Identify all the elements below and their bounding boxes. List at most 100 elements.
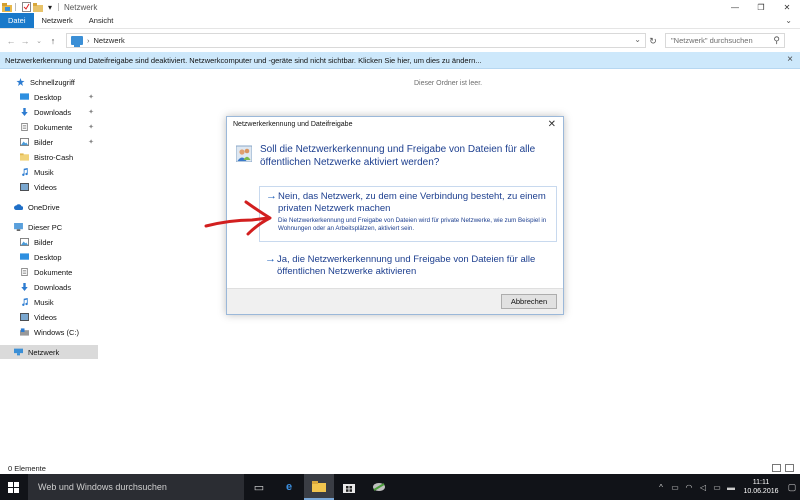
sidebar-item-label: Bilder: [34, 137, 54, 147]
users-icon: [236, 145, 252, 162]
address-dropdown-icon[interactable]: ⌄: [634, 35, 641, 44]
pin-icon[interactable]: ✦: [88, 138, 94, 146]
show-hidden-icons-icon[interactable]: ^: [654, 474, 668, 500]
breadcrumb-chevron-icon[interactable]: ›: [87, 36, 90, 45]
sidebar-item-quick-access[interactable]: Schnellzugriff: [0, 75, 98, 89]
drive-icon: [20, 328, 29, 336]
large-icons-view-icon[interactable]: [785, 464, 794, 472]
view-toggle: [772, 464, 794, 472]
address-bar[interactable]: › Netzwerk ⌄: [66, 33, 646, 48]
message-icon[interactable]: ▭: [710, 474, 724, 500]
pin-icon[interactable]: ✦: [88, 93, 94, 101]
refresh-icon[interactable]: ↻: [647, 35, 659, 47]
forward-icon[interactable]: →: [18, 34, 32, 48]
keyboard-icon[interactable]: ▬: [724, 474, 738, 500]
sidebar-item-documents[interactable]: Dokumente ✦: [0, 120, 98, 134]
breadcrumb[interactable]: Netzwerk: [94, 36, 125, 45]
sidebar-item-pc-pictures[interactable]: Bilder: [0, 235, 98, 249]
search-input[interactable]: "Netzwerk" durchsuchen ⚲: [665, 33, 785, 48]
sidebar-item-this-pc[interactable]: Dieser PC: [0, 220, 98, 234]
explorer-icon[interactable]: [2, 2, 12, 12]
properties-icon[interactable]: [21, 2, 31, 12]
sidebar-item-drive-c[interactable]: Windows (C:): [0, 325, 98, 339]
network-icon: [71, 36, 83, 47]
sidebar-item-downloads[interactable]: Downloads ✦: [0, 105, 98, 119]
sidebar-item-label: Downloads: [34, 282, 72, 292]
sidebar-item-label: OneDrive: [28, 202, 60, 212]
sidebar-item-desktop[interactable]: Desktop ✦: [0, 90, 98, 104]
sidebar-item-pictures[interactable]: Bilder ✦: [0, 135, 98, 149]
status-bar: 0 Elemente: [0, 462, 800, 474]
annotation-arrow-icon: [204, 200, 272, 236]
option-title[interactable]: Ja, die Netzwerkerkennung und Freigabe v…: [277, 254, 553, 278]
windows-logo-icon: [7, 481, 19, 493]
back-icon[interactable]: ←: [4, 34, 18, 48]
store-icon[interactable]: [334, 474, 364, 500]
expand-ribbon-icon[interactable]: ⌄: [785, 16, 792, 25]
pictures-icon: [20, 238, 29, 246]
clock[interactable]: 11:11 10.06.2016: [738, 478, 784, 496]
document-icon: [21, 123, 28, 131]
sidebar-item-pc-documents[interactable]: Dokumente: [0, 265, 98, 279]
sidebar-item-videos[interactable]: Videos: [0, 180, 98, 194]
search-placeholder: "Netzwerk" durchsuchen: [671, 36, 753, 45]
file-explorer-icon[interactable]: [304, 474, 334, 500]
tab-datei[interactable]: Datei: [0, 13, 34, 28]
sidebar-item-onedrive[interactable]: OneDrive: [0, 200, 98, 214]
close-icon[interactable]: ×: [787, 54, 793, 65]
battery-icon[interactable]: ▭: [668, 474, 682, 500]
task-view-icon[interactable]: ▭: [244, 474, 274, 500]
window-controls: — ❐ ✕: [722, 0, 800, 14]
option-title[interactable]: Nein, das Netzwerk, zu dem eine Verbindu…: [278, 191, 552, 215]
tab-netzwerk[interactable]: Netzwerk: [34, 13, 81, 28]
title-bar: ▾ Netzwerk — ❐ ✕: [0, 0, 800, 14]
video-icon: [20, 313, 29, 321]
sidebar-item-label: Windows (C:): [34, 327, 80, 337]
close-icon[interactable]: ✕: [548, 119, 556, 130]
tab-ansicht[interactable]: Ansicht: [81, 13, 122, 28]
up-icon[interactable]: ↑: [46, 34, 60, 48]
sidebar-item-pc-videos[interactable]: Videos: [0, 310, 98, 324]
empty-folder-text: Dieser Ordner ist leer.: [414, 80, 483, 87]
network-discovery-infobar[interactable]: Netzwerkerkennung und Dateifreigabe sind…: [0, 52, 800, 69]
infobar-text[interactable]: Netzwerkerkennung und Dateifreigabe sind…: [5, 56, 482, 65]
minimize-icon[interactable]: —: [722, 0, 748, 14]
start-button[interactable]: [0, 474, 26, 500]
download-icon: [21, 283, 28, 291]
dialog-footer: Abbrechen: [227, 288, 563, 314]
pin-icon[interactable]: ✦: [88, 108, 94, 116]
notifications-icon[interactable]: ▢: [784, 474, 800, 500]
close-icon[interactable]: ✕: [774, 0, 800, 14]
sidebar-item-pc-desktop[interactable]: Desktop: [0, 250, 98, 264]
sidebar-item-bistro-cash[interactable]: Bistro-Cash: [0, 150, 98, 164]
taskbar-search-input[interactable]: Web und Windows durchsuchen: [28, 474, 244, 500]
system-tray: ^ ▭ ◠ ◁ ▭ ▬ 11:11 10.06.2016 ▢: [654, 474, 800, 500]
search-icon[interactable]: ⚲: [773, 35, 780, 46]
sidebar-item-network[interactable]: Netzwerk: [0, 345, 98, 359]
desktop-icon: [20, 253, 29, 260]
taskbar: Web und Windows durchsuchen ▭ e ^ ▭ ◠ ◁ …: [0, 474, 800, 500]
edge-icon[interactable]: e: [274, 474, 304, 500]
sidebar-item-label: Musik: [34, 297, 54, 307]
pin-icon[interactable]: ✦: [88, 123, 94, 131]
speaker-icon[interactable]: ◁: [696, 474, 710, 500]
cancel-button[interactable]: Abbrechen: [501, 294, 557, 309]
network-icon: [14, 348, 23, 356]
app-icon[interactable]: [364, 474, 394, 500]
sidebar-item-pc-downloads[interactable]: Downloads: [0, 280, 98, 294]
enable-public-network-option[interactable]: → Ja, die Netzwerkerkennung und Freigabe…: [259, 250, 557, 282]
sidebar-item-label: Dokumente: [34, 122, 73, 132]
document-icon: [21, 268, 28, 276]
sidebar-item-music[interactable]: Musik: [0, 165, 98, 179]
pictures-icon: [20, 138, 29, 146]
recent-dropdown-icon[interactable]: ⌄: [32, 34, 46, 48]
sidebar-item-pc-music[interactable]: Musik: [0, 295, 98, 309]
computer-icon: [14, 223, 23, 231]
sidebar-item-label: Videos: [34, 182, 57, 192]
new-folder-icon[interactable]: [33, 2, 43, 12]
maximize-icon[interactable]: ❐: [748, 0, 774, 14]
wifi-icon[interactable]: ◠: [682, 474, 696, 500]
details-view-icon[interactable]: [772, 464, 781, 472]
make-private-network-option[interactable]: → Nein, das Netzwerk, zu dem eine Verbin…: [259, 186, 557, 242]
dropdown-icon[interactable]: ▾: [45, 2, 55, 12]
